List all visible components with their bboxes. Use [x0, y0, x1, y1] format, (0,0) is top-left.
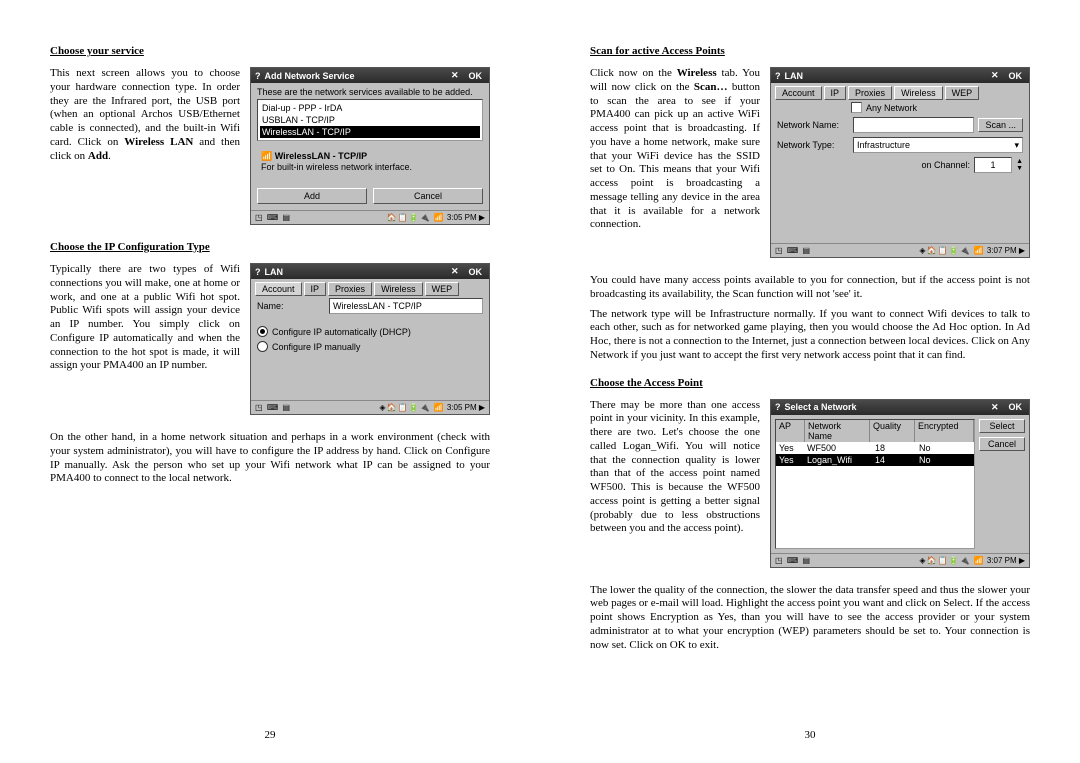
selected-service-title: 📶 WirelessLAN - TCP/IP	[261, 151, 479, 162]
service-list[interactable]: Dial-up - PPP - IrDA USBLAN - TCP/IP Wir…	[257, 99, 483, 141]
heading-ip-config: Choose the IP Configuration Type	[50, 241, 490, 253]
tab-bar: Account IP Proxies Wireless WEP	[771, 83, 1029, 100]
help-icon: ?	[775, 402, 781, 412]
status-right: ◈🏠📋🔋🔌 📶 3:05 PM ▶	[379, 403, 485, 412]
ok-button[interactable]: OK	[1006, 402, 1026, 412]
para-home-network: On the other hand, in a home network sit…	[50, 431, 490, 486]
window-title: LAN	[785, 71, 804, 81]
table-row[interactable]: Yes WF500 18 No	[776, 442, 974, 454]
status-left-icons: ◳ ⌨ ▤	[775, 246, 811, 255]
tab-wep[interactable]: WEP	[945, 86, 980, 100]
para-many-aps: You could have many access points availa…	[590, 274, 1030, 302]
tab-account[interactable]: Account	[775, 86, 822, 100]
channel-spinner[interactable]: 1	[974, 157, 1012, 173]
radio-label-manual: Configure IP manually	[272, 342, 360, 352]
any-network-checkbox[interactable]	[851, 102, 862, 113]
para-quality: The lower the quality of the connection,…	[590, 584, 1030, 653]
name-field[interactable]: WirelessLAN - TCP/IP	[329, 298, 483, 314]
window-title: LAN	[265, 267, 284, 277]
network-name-label: Network Name:	[777, 120, 849, 130]
status-right: ◈🏠📋🔋🔌 📶 3:07 PM ▶	[919, 246, 1025, 255]
list-item-selected[interactable]: WirelessLAN - TCP/IP	[260, 126, 480, 138]
col-name: Network Name	[805, 420, 870, 442]
screenshot-add-network-service: ? Add Network Service ✕ OK These are the…	[250, 67, 490, 225]
window-title: Select a Network	[785, 402, 857, 412]
tab-proxies[interactable]: Proxies	[328, 282, 372, 296]
tab-ip[interactable]: IP	[824, 86, 847, 100]
page-number: 29	[50, 729, 490, 741]
scan-button[interactable]: Scan ...	[978, 118, 1023, 132]
list-item[interactable]: USBLAN - TCP/IP	[260, 114, 480, 126]
network-name-field[interactable]	[853, 117, 974, 133]
page-number: 30	[590, 729, 1030, 741]
tab-ip[interactable]: IP	[304, 282, 327, 296]
para-choose-ap: There may be more than one access point …	[590, 399, 760, 537]
network-type-select[interactable]: Infrastructure▾	[853, 137, 1023, 153]
heading-choose-ap: Choose the Access Point	[590, 377, 1030, 389]
close-icon[interactable]: ✕	[988, 402, 1002, 413]
spinner-arrows-icon[interactable]: ▲▼	[1016, 158, 1023, 172]
name-label: Name:	[257, 301, 325, 311]
heading-choose-service: Choose your service	[50, 45, 490, 57]
radio-manual[interactable]	[257, 341, 268, 352]
close-icon[interactable]: ✕	[448, 266, 462, 277]
cancel-button[interactable]: Cancel	[373, 188, 483, 204]
tab-wireless[interactable]: Wireless	[894, 86, 943, 100]
select-button[interactable]: Select	[979, 419, 1025, 433]
page-left: Choose your service This next screen all…	[0, 0, 540, 763]
para-service: This next screen allows you to choose yo…	[50, 67, 240, 163]
help-icon: ?	[775, 71, 781, 81]
page-right: Scan for active Access Points Click now …	[540, 0, 1080, 763]
wifi-icon: 📶	[261, 151, 272, 161]
any-network-label: Any Network	[866, 103, 917, 113]
status-right: 🏠📋🔋🔌 📶 3:05 PM ▶	[387, 213, 485, 222]
screenshot-lan-ip: ? LAN ✕ OK Account IP Proxies Wireless W…	[250, 263, 490, 415]
status-left-icons: ◳ ⌨ ▤	[255, 403, 291, 412]
network-type-label: Network Type:	[777, 140, 849, 150]
status-right: ◈🏠📋🔋🔌 📶 3:07 PM ▶	[919, 556, 1025, 565]
window-title: Add Network Service	[265, 71, 355, 81]
selected-service-desc: For built-in wireless network interface.	[261, 162, 479, 172]
para-infrastructure: The network type will be Infrastructure …	[590, 308, 1030, 363]
instruction-text: These are the network services available…	[257, 87, 483, 97]
ok-button[interactable]: OK	[466, 71, 486, 81]
list-item[interactable]: Dial-up - PPP - IrDA	[260, 102, 480, 114]
tab-wep[interactable]: WEP	[425, 282, 460, 296]
status-left-icons: ◳ ⌨ ▤	[255, 213, 291, 222]
help-icon: ?	[255, 267, 261, 277]
cancel-button[interactable]: Cancel	[979, 437, 1025, 451]
ok-button[interactable]: OK	[466, 267, 486, 277]
tab-wireless[interactable]: Wireless	[374, 282, 423, 296]
add-button[interactable]: Add	[257, 188, 367, 204]
radio-dhcp[interactable]	[257, 326, 268, 337]
tab-proxies[interactable]: Proxies	[848, 86, 892, 100]
network-table[interactable]: AP Network Name Quality Encrypted Yes WF…	[775, 419, 975, 549]
close-icon[interactable]: ✕	[988, 70, 1002, 81]
col-encrypted: Encrypted	[915, 420, 974, 442]
help-icon: ?	[255, 71, 261, 81]
heading-scan: Scan for active Access Points	[590, 45, 1030, 57]
col-ap: AP	[776, 420, 805, 442]
tab-account[interactable]: Account	[255, 282, 302, 296]
para-ip-config: Typically there are two types of Wifi co…	[50, 263, 240, 373]
tab-bar: Account IP Proxies Wireless WEP	[251, 279, 489, 296]
ok-button[interactable]: OK	[1006, 71, 1026, 81]
table-row-selected[interactable]: Yes Logan_Wifi 14 No	[776, 454, 974, 466]
channel-label: on Channel:	[922, 160, 971, 170]
radio-label-dhcp: Configure IP automatically (DHCP)	[272, 327, 411, 337]
col-quality: Quality	[870, 420, 915, 442]
screenshot-lan-wireless: ? LAN ✕ OK Account IP Proxies Wireless W…	[770, 67, 1030, 258]
close-icon[interactable]: ✕	[448, 70, 462, 81]
status-left-icons: ◳ ⌨ ▤	[775, 556, 811, 565]
para-scan: Click now on the Wireless tab. You will …	[590, 67, 760, 232]
screenshot-select-network: ? Select a Network ✕ OK AP Network Name …	[770, 399, 1030, 568]
